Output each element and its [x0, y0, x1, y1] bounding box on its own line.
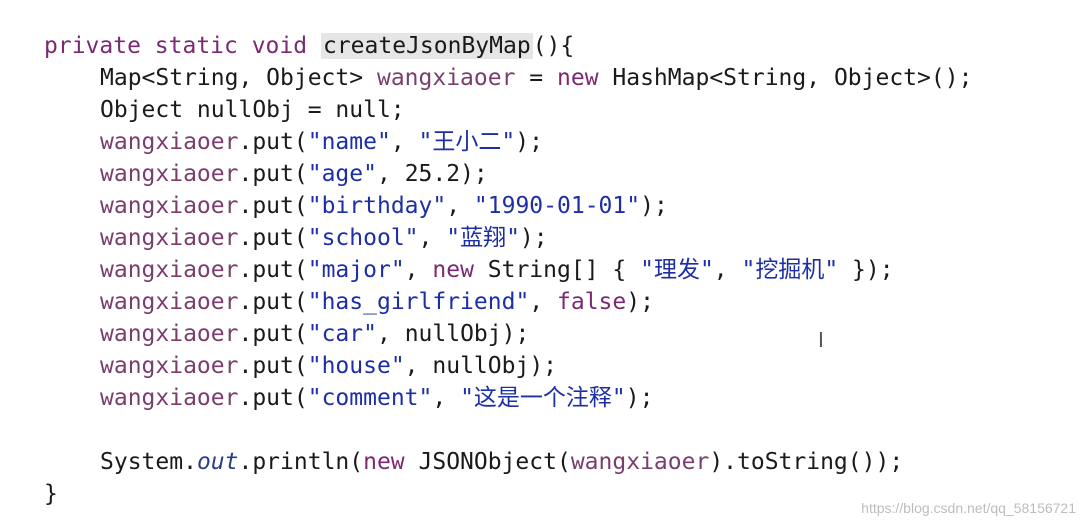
- put-call: .put(: [238, 257, 308, 283]
- statement-end: );: [519, 225, 548, 251]
- separator: ,: [432, 385, 461, 411]
- key-string: "school": [307, 225, 419, 251]
- hashmap-constructor: HashMap<String, Object>();: [598, 65, 973, 91]
- statement-end: );: [529, 353, 558, 379]
- code-line-11: wangxiaoer.put("house", nullObj);: [44, 350, 1074, 382]
- statement-end: );: [501, 321, 530, 347]
- value-string: "蓝翔": [446, 225, 520, 251]
- new-keyword: new: [432, 257, 474, 283]
- put-call: .put(: [238, 321, 308, 347]
- println-call: .println(: [238, 449, 364, 475]
- put-call: .put(: [238, 161, 308, 187]
- separator: ,: [404, 353, 433, 379]
- code-line-6: wangxiaoer.put("birthday", "1990-01-01")…: [44, 190, 1074, 222]
- separator: ,: [376, 161, 405, 187]
- put-call: .put(: [238, 225, 308, 251]
- code-line-1: private static void createJsonByMap(){: [44, 30, 1074, 62]
- put-call: .put(: [238, 385, 308, 411]
- code-line-7: wangxiaoer.put("school", "蓝翔");: [44, 222, 1074, 254]
- variable: wangxiaoer: [100, 161, 239, 187]
- watermark: https://blog.csdn.net/qq_58156721: [861, 500, 1076, 516]
- code-line-10: wangxiaoer.put("car", nullObj);: [44, 318, 1074, 350]
- key-string: "age": [307, 161, 377, 187]
- value-null-object: nullObj: [432, 353, 530, 379]
- statement-end: ).toString());: [709, 449, 904, 475]
- code-line-3: Object nullObj = null;: [44, 94, 1074, 126]
- statement-end: );: [460, 161, 488, 187]
- key-string: "car": [307, 321, 377, 347]
- code-line-13: System.out.println(new JSONObject(wangxi…: [44, 446, 1074, 478]
- system-class: System.: [100, 449, 197, 475]
- variable: wangxiaoer: [100, 321, 239, 347]
- variable: wangxiaoer: [100, 225, 239, 251]
- key-string: "major": [307, 257, 405, 283]
- code-line-2: Map<String, Object> wangxiaoer = new Has…: [44, 62, 1074, 94]
- code-line-12: wangxiaoer.put("comment", "这是一个注释");: [44, 382, 1074, 414]
- value-string: "1990-01-01": [473, 193, 641, 219]
- statement-end: );: [626, 289, 654, 315]
- value-null-object: nullObj: [404, 321, 502, 347]
- value-number: 25.2: [404, 161, 461, 187]
- statement-end: });: [838, 257, 894, 283]
- code-line-8: wangxiaoer.put("major", new String[] { "…: [44, 254, 1074, 286]
- map-variable: wangxiaoer: [376, 65, 516, 91]
- code-line-9: wangxiaoer.put("has_girlfriend", false);: [44, 286, 1074, 318]
- value-string: "王小二": [418, 129, 516, 155]
- put-call: .put(: [238, 129, 308, 155]
- put-call: .put(: [238, 193, 308, 219]
- separator: ,: [404, 257, 433, 283]
- map-type: Map<String, Object>: [100, 65, 364, 91]
- out-field: out: [196, 449, 239, 475]
- put-call: .put(: [238, 353, 308, 379]
- separator: ,: [446, 193, 474, 219]
- array-value-2: "挖掘机": [741, 257, 839, 283]
- separator: ,: [418, 225, 447, 251]
- array-value-1: "理发": [640, 257, 714, 283]
- variable: wangxiaoer: [100, 289, 239, 315]
- new-keyword: new: [557, 65, 599, 91]
- code-line-5: wangxiaoer.put("age", 25.2);: [44, 158, 1074, 190]
- separator: ,: [376, 321, 405, 347]
- value-boolean: false: [557, 289, 627, 315]
- separator: ,: [390, 129, 419, 155]
- variable: wangxiaoer: [100, 129, 239, 155]
- code-editor[interactable]: private static void createJsonByMap(){ M…: [44, 30, 1074, 510]
- array-type: String[] {: [473, 257, 641, 283]
- key-string: "birthday": [307, 193, 447, 219]
- variable: wangxiaoer: [100, 385, 239, 411]
- key-string: "name": [307, 129, 391, 155]
- new-keyword: new: [363, 449, 405, 475]
- variable: wangxiaoer: [100, 353, 239, 379]
- null-object-declaration: Object nullObj = null;: [100, 97, 405, 123]
- variable: wangxiaoer: [100, 193, 239, 219]
- jsonobject-constructor: JSONObject(: [404, 449, 571, 475]
- text-cursor-icon: I: [818, 328, 824, 352]
- statement-end: );: [515, 129, 543, 155]
- variable: wangxiaoer: [570, 449, 710, 475]
- separator: ,: [713, 257, 742, 283]
- code-line-4: wangxiaoer.put("name", "王小二");: [44, 126, 1074, 158]
- statement-end: );: [640, 193, 668, 219]
- closing-brace: }: [44, 481, 58, 507]
- put-call: .put(: [238, 289, 308, 315]
- assign-operator: =: [515, 65, 557, 91]
- key-string: "comment": [307, 385, 433, 411]
- statement-end: );: [625, 385, 654, 411]
- method-params: (){: [532, 33, 575, 59]
- value-string: "这是一个注释": [460, 385, 626, 411]
- separator: ,: [529, 289, 557, 315]
- method-name: createJsonByMap: [320, 33, 533, 59]
- key-string: "house": [307, 353, 405, 379]
- variable: wangxiaoer: [100, 257, 239, 283]
- key-string: "has_girlfriend": [307, 289, 530, 315]
- method-modifiers: private static void: [44, 33, 308, 59]
